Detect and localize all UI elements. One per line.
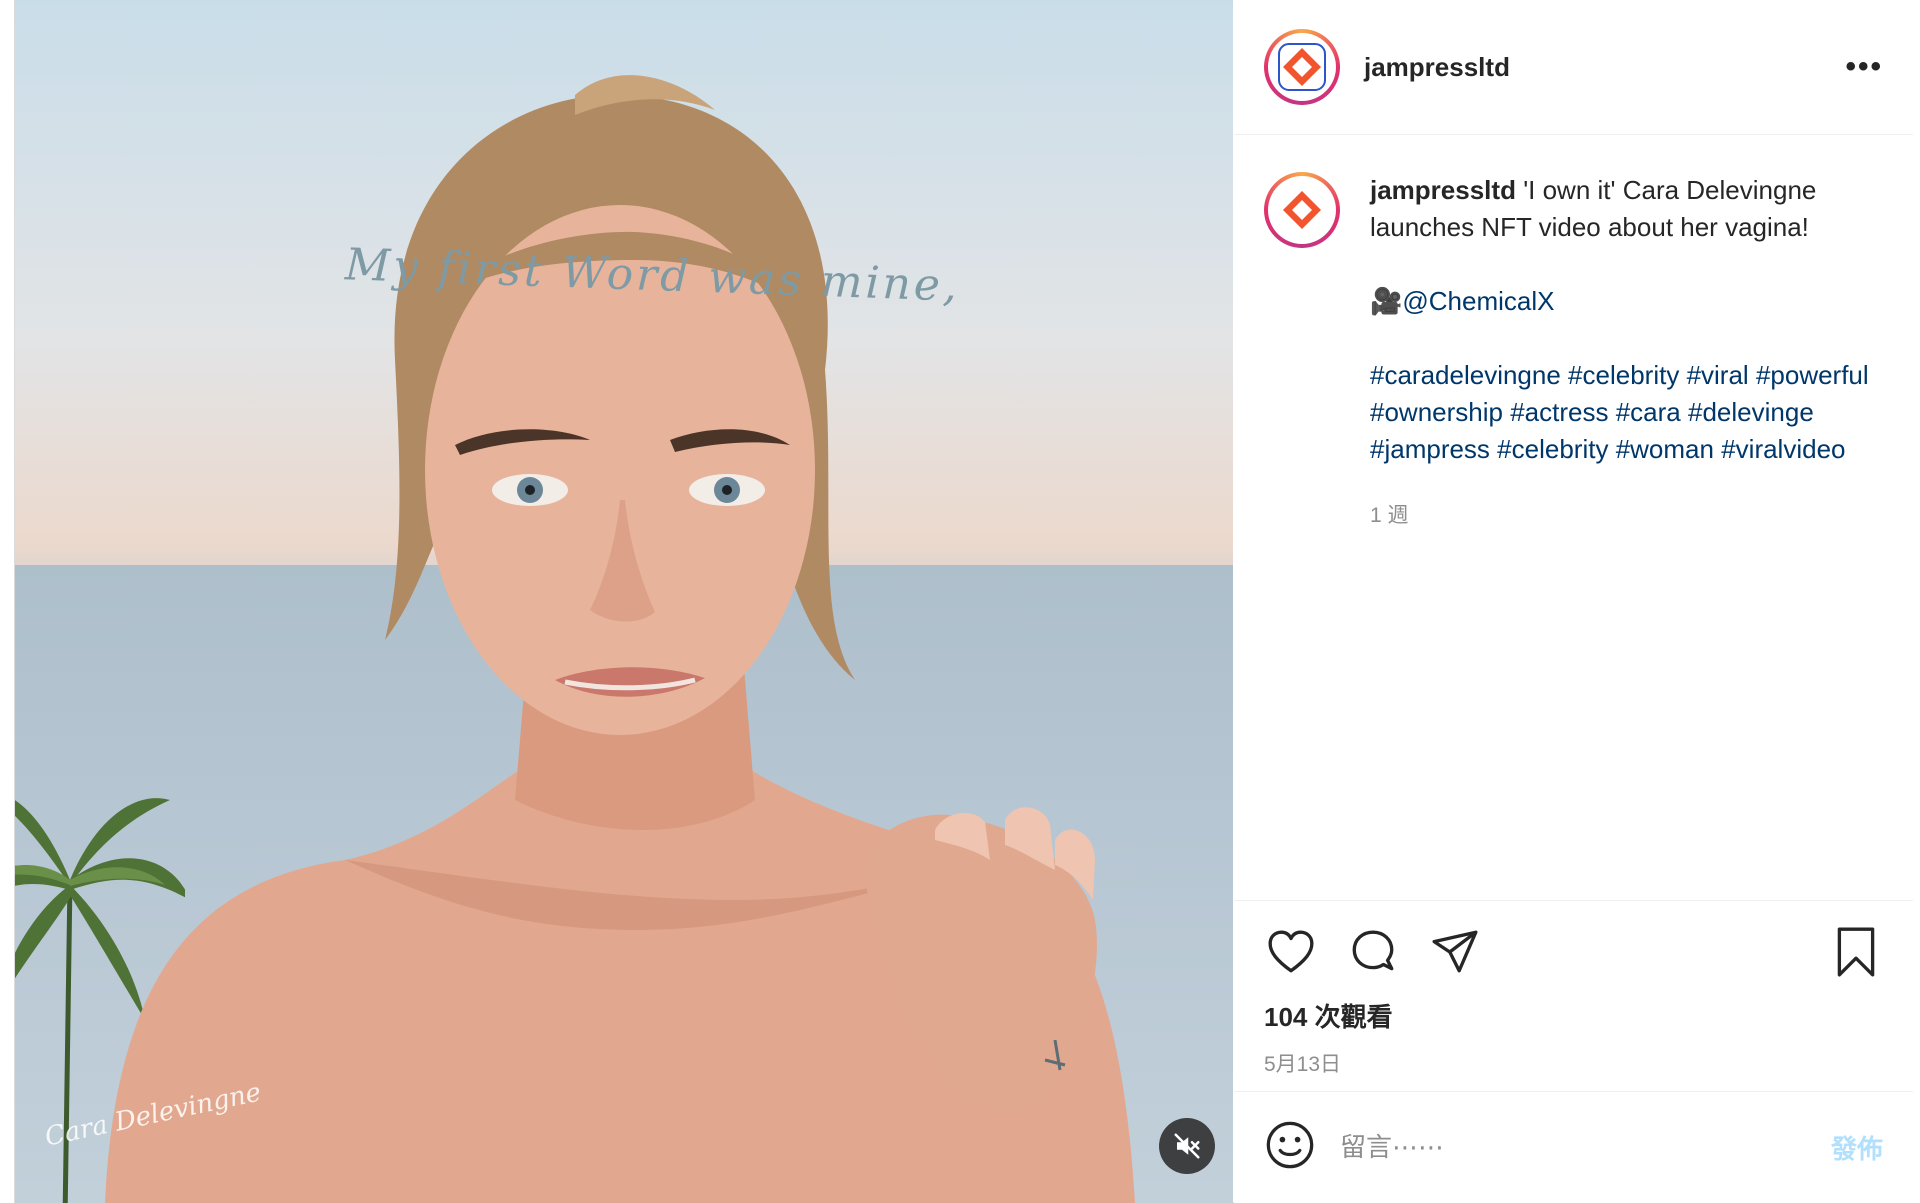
- hashtag-list: #caradelevingne #celebrity #viral #power…: [1370, 357, 1883, 468]
- header-username-link[interactable]: jampressltd: [1364, 52, 1510, 83]
- hashtag-link[interactable]: #delevinge: [1688, 397, 1814, 427]
- hashtag-link[interactable]: #powerful: [1756, 360, 1869, 390]
- share-button[interactable]: [1428, 925, 1482, 979]
- action-bar: [1264, 925, 1883, 979]
- comment-bubble-icon: [1352, 930, 1394, 971]
- caption-username-link[interactable]: jampressltd: [1370, 175, 1516, 205]
- post-header: jampressltd •••: [1234, 0, 1913, 135]
- post-video[interactable]: My first Word was mine, Cara Delevingne: [15, 0, 1233, 1203]
- hashtag-link[interactable]: #actress: [1510, 397, 1608, 427]
- save-button[interactable]: [1829, 925, 1883, 979]
- more-options-button[interactable]: •••: [1845, 52, 1883, 82]
- avatar[interactable]: [1264, 29, 1340, 105]
- hashtag-link[interactable]: #celebrity: [1568, 360, 1679, 390]
- video-camera-icon: 🎥: [1370, 286, 1403, 316]
- hashtag-link[interactable]: #jampress: [1370, 434, 1490, 464]
- instagram-post: My first Word was mine, Cara Delevingne: [14, 0, 1913, 1203]
- hashtag-link[interactable]: #caradelevingne: [1370, 360, 1561, 390]
- caption-text: jampressltd 'I own it' Cara Delevingne l…: [1370, 172, 1883, 901]
- caption-timestamp[interactable]: 1 週: [1370, 497, 1883, 534]
- person-illustration: [105, 75, 1135, 1203]
- like-button[interactable]: [1264, 925, 1318, 979]
- comment-button[interactable]: [1346, 925, 1400, 979]
- hashtag-link[interactable]: #ownership: [1370, 397, 1503, 427]
- comment-box: 發佈: [1234, 1091, 1913, 1203]
- post-side-panel: jampressltd ••• jampressltd 'I own it' C…: [1234, 0, 1913, 1203]
- view-count[interactable]: 104 次觀看: [1264, 997, 1883, 1034]
- jampress-logo-icon: [1283, 191, 1321, 229]
- smiley-icon: [1266, 1121, 1314, 1169]
- hashtag-link[interactable]: #woman: [1616, 434, 1714, 464]
- caption-avatar[interactable]: [1264, 172, 1340, 248]
- mute-button[interactable]: [1159, 1118, 1215, 1174]
- jampress-logo-icon: [1278, 43, 1326, 91]
- mention-link[interactable]: @ChemicalX: [1402, 286, 1554, 316]
- hashtag-link[interactable]: #cara: [1616, 397, 1681, 427]
- hashtag-link[interactable]: #viral: [1687, 360, 1749, 390]
- post-date[interactable]: 5月13日: [1264, 1048, 1883, 1078]
- muted-speaker-icon: [1174, 1133, 1200, 1159]
- hashtag-link[interactable]: #viralvideo: [1721, 434, 1845, 464]
- actions-section: 104 次觀看 5月13日: [1234, 900, 1913, 1092]
- paper-plane-icon: [1432, 930, 1478, 973]
- comment-input[interactable]: [1340, 1132, 1831, 1163]
- caption-section: jampressltd 'I own it' Cara Delevingne l…: [1234, 136, 1913, 901]
- heart-icon: [1268, 930, 1314, 973]
- hashtag-link[interactable]: #celebrity: [1497, 434, 1608, 464]
- emoji-button[interactable]: [1264, 1119, 1316, 1176]
- bookmark-icon: [1837, 927, 1875, 977]
- post-comment-button[interactable]: 發佈: [1831, 1129, 1883, 1166]
